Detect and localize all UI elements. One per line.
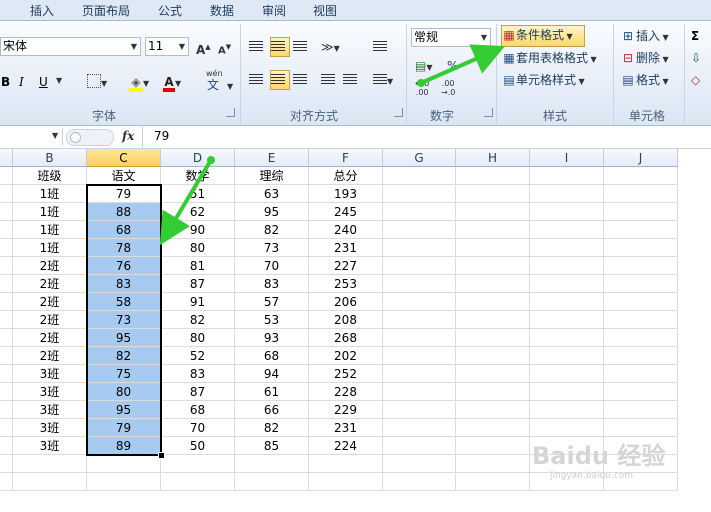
arrow-to-selection — [159, 156, 215, 246]
arrow-to-conditional-formatting — [417, 44, 505, 87]
annotation-arrows — [159, 44, 505, 246]
